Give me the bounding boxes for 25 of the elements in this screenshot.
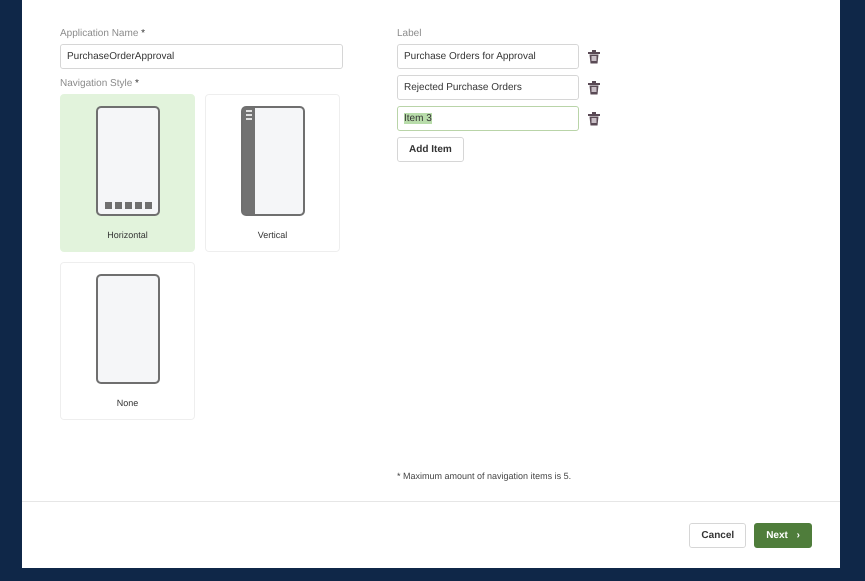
input-field[interactable]: PurchaseOrderApproval: [60, 44, 343, 69]
next-button[interactable]: Next ›: [754, 522, 812, 548]
style-label: None: [116, 398, 138, 408]
style-card[interactable]: Horizontal: [60, 94, 195, 252]
style-card[interactable]: None: [60, 262, 195, 420]
style-label: Horizontal: [107, 230, 148, 240]
cancel-button[interactable]: Cancel: [689, 522, 746, 548]
phone-icon: [96, 274, 160, 384]
required-mark: *: [135, 78, 139, 89]
field-label: Navigation Style: [60, 78, 132, 89]
note-text: * Maximum amount of navigation items is 5.: [397, 471, 572, 481]
style-label: Vertical: [258, 230, 288, 240]
required-mark: *: [141, 28, 146, 39]
trash-icon[interactable]: [588, 112, 600, 126]
field-label: Application Name: [60, 28, 138, 39]
input-field[interactable]: Item 3: [397, 106, 579, 131]
phone-side-nav-icon: [240, 106, 304, 216]
trash-icon[interactable]: [588, 80, 600, 94]
field-label: Label: [397, 28, 422, 39]
phone-bottom-nav-icon: [96, 106, 160, 216]
style-card[interactable]: Vertical: [205, 94, 340, 252]
trash-icon[interactable]: [588, 50, 600, 64]
add-item-button[interactable]: Add Item: [397, 137, 464, 162]
input-field[interactable]: Purchase Orders for Approval: [397, 44, 579, 69]
input-field[interactable]: Rejected Purchase Orders: [397, 75, 579, 100]
